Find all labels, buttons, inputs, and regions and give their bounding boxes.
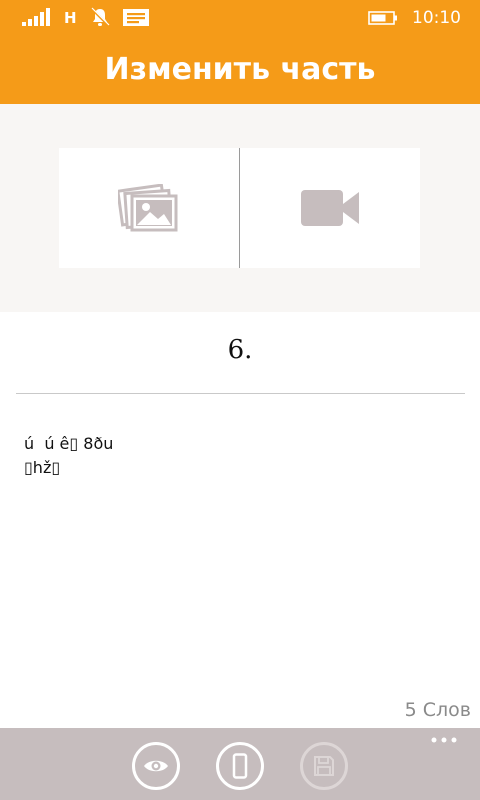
clock: 10:10 — [412, 8, 461, 28]
part-body-text[interactable]: ú ú ê▯ 8ðu ▯hž▯ — [24, 432, 454, 480]
signal-strength-icon — [22, 8, 50, 26]
part-title[interactable]: 6. — [0, 332, 480, 368]
media-area — [0, 104, 480, 312]
network-type-label: H — [64, 9, 77, 27]
page-header: Изменить часть — [0, 36, 480, 104]
title-divider — [16, 393, 465, 394]
word-count: 5 Слов — [404, 699, 471, 721]
phone-icon — [232, 753, 248, 779]
add-photo-button[interactable] — [59, 148, 239, 268]
page-title: Изменить часть — [104, 52, 376, 87]
preview-button[interactable] — [132, 742, 180, 790]
eye-icon — [144, 760, 168, 772]
battery-icon — [368, 11, 397, 25]
app-bar — [0, 728, 480, 800]
add-video-button[interactable] — [240, 148, 420, 268]
image-gallery-icon — [118, 184, 178, 232]
device-preview-button[interactable] — [216, 742, 264, 790]
message-notification-icon — [123, 9, 149, 26]
quiet-hours-bell-icon — [91, 7, 110, 26]
media-picker — [59, 148, 420, 268]
more-icon[interactable] — [430, 736, 458, 744]
save-icon — [314, 756, 334, 776]
video-camera-icon — [301, 190, 359, 226]
status-bar: H 10:10 — [0, 0, 480, 36]
save-button[interactable] — [300, 742, 348, 790]
